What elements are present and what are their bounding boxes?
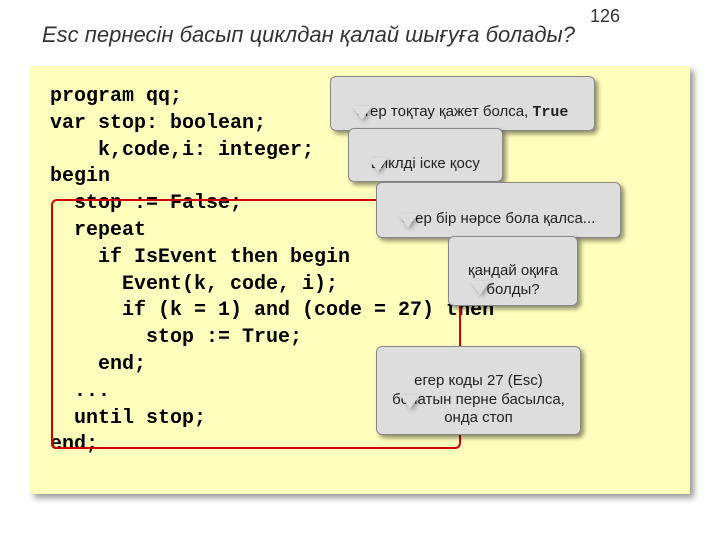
callout-tail — [352, 106, 372, 120]
callout-if-something: егер бір нәрсе бола қалса... — [376, 182, 621, 238]
code-line: if IsEvent then begin — [50, 246, 350, 269]
callout-what-event: қандай оқиға болды? — [448, 236, 578, 306]
code-line: until stop; — [50, 407, 206, 430]
code-line: stop := False; — [50, 192, 242, 215]
code-line: end; — [50, 353, 146, 376]
page-number: 126 — [590, 6, 620, 27]
code-line: k,code,i: integer; — [50, 139, 314, 162]
code-line: var stop: boolean; — [50, 112, 266, 135]
code-line: program qq; — [50, 85, 182, 108]
callout-tail — [398, 214, 418, 228]
code-line: begin — [50, 165, 110, 188]
callout-true-stop: егер тоқтау қажет болса, True — [330, 76, 595, 131]
callout-esc-stop: егер коды 27 (Esc) болатын перне басылса… — [376, 346, 581, 435]
code-line: end; — [50, 433, 98, 456]
callout-mono: True — [532, 104, 568, 121]
page-title: Esc пернесін басып циклдан қалай шығуға … — [42, 22, 575, 48]
code-line: stop := True; — [50, 326, 302, 349]
callout-tail — [400, 395, 420, 409]
callout-tail — [368, 158, 388, 172]
callout-tail — [470, 281, 490, 295]
callout-start-loop: циклді іске қосу — [348, 128, 503, 182]
code-line: ... — [50, 380, 110, 403]
code-line: Event(k, code, i); — [50, 273, 338, 296]
code-line: if (k = 1) and (code = 27) then — [50, 299, 494, 322]
callout-text: егер бір нәрсе бола қалса... — [402, 210, 596, 227]
callout-text: егер тоқтау қажет болса, — [357, 103, 533, 120]
code-line: repeat — [50, 219, 146, 242]
